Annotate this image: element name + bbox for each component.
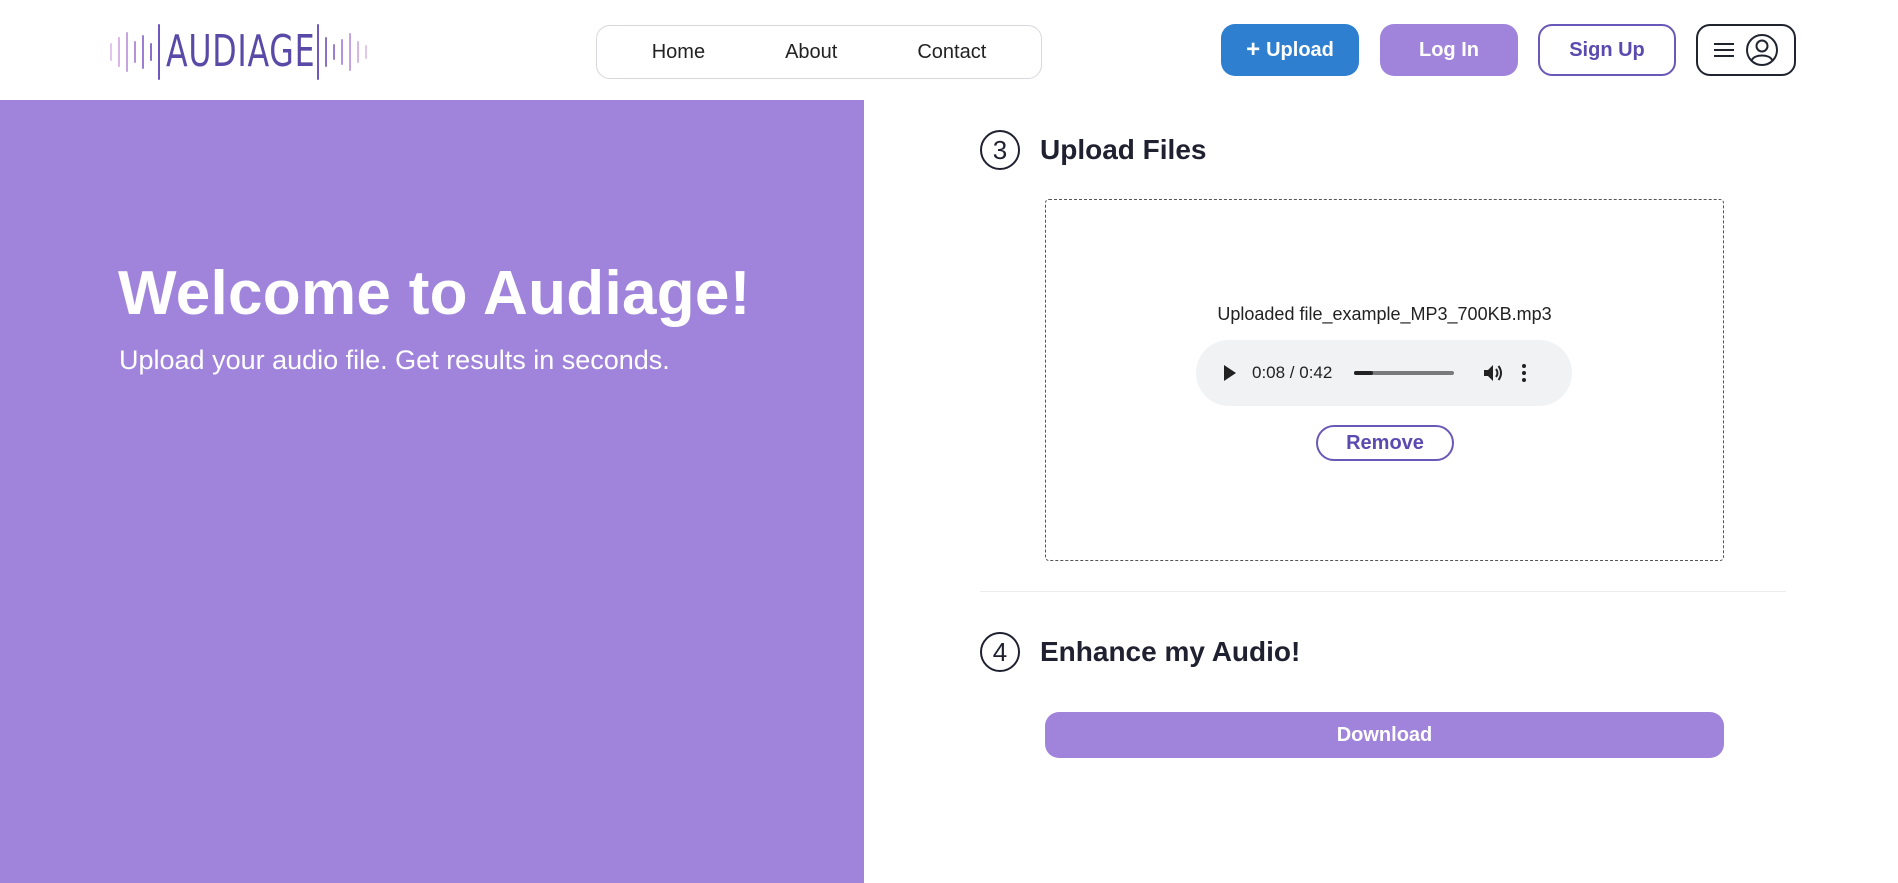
- upload-dropzone[interactable]: Uploaded file_example_MP3_700KB.mp3 0:08…: [1045, 199, 1724, 561]
- hamburger-icon: [1714, 43, 1734, 57]
- login-button[interactable]: Log In: [1380, 24, 1518, 76]
- download-button[interactable]: Download: [1045, 712, 1724, 758]
- enhance-step-header: 4 Enhance my Audio!: [980, 632, 1300, 672]
- plus-icon: +: [1246, 36, 1261, 63]
- user-circle-icon: [1746, 34, 1778, 66]
- upload-step-header: 3 Upload Files: [980, 130, 1206, 170]
- nav-about-link[interactable]: About: [745, 25, 877, 79]
- upload-step-title: Upload Files: [1040, 134, 1207, 165]
- more-options-icon[interactable]: [1522, 364, 1527, 382]
- step-number-badge: 4: [980, 632, 1020, 672]
- hero-title: Welcome to Audiage!: [118, 259, 751, 328]
- volume-icon[interactable]: [1482, 363, 1504, 383]
- nav-home-link[interactable]: Home: [612, 25, 745, 79]
- waveform-left-icon: [110, 22, 160, 82]
- logo-wordmark: AUDIAGE: [166, 26, 316, 77]
- signup-button[interactable]: Sign Up: [1538, 24, 1676, 76]
- audiage-logo[interactable]: AUDIAGE: [110, 22, 368, 82]
- main-nav: Home About Contact: [596, 25, 1042, 79]
- remove-file-button[interactable]: Remove: [1316, 425, 1454, 461]
- waveform-right-icon: [317, 22, 368, 82]
- seek-slider-fill: [1354, 371, 1374, 375]
- seek-slider[interactable]: [1354, 371, 1455, 375]
- audio-player[interactable]: 0:08 / 0:42: [1196, 340, 1572, 406]
- site-header: AUDIAGE Home About Contact + Upload Log …: [0, 0, 1898, 100]
- enhance-step-title: Enhance my Audio!: [1040, 636, 1301, 667]
- uploaded-file-label: Uploaded file_example_MP3_700KB.mp3: [1217, 304, 1552, 324]
- nav-contact-link[interactable]: Contact: [877, 25, 1026, 79]
- playback-time: 0:08 / 0:42: [1252, 363, 1333, 382]
- section-divider: [980, 591, 1786, 592]
- step-number-badge: 3: [980, 130, 1020, 170]
- account-menu-button[interactable]: [1696, 24, 1796, 76]
- hero-panel: Welcome to Audiage! Upload your audio fi…: [0, 100, 864, 883]
- hero-subtitle: Upload your audio file. Get results in s…: [119, 345, 670, 375]
- play-icon[interactable]: [1224, 365, 1236, 381]
- upload-button-label: Upload: [1266, 38, 1334, 61]
- upload-button[interactable]: + Upload: [1221, 24, 1359, 76]
